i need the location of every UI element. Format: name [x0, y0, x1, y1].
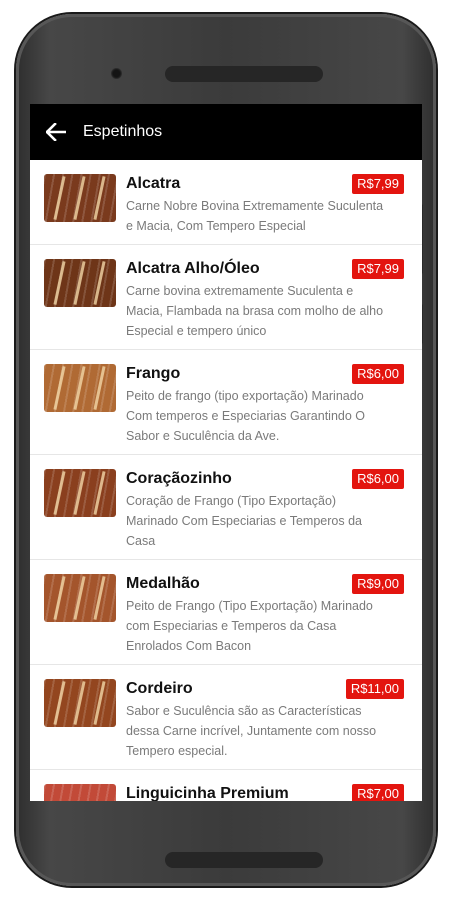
product-image	[44, 679, 116, 727]
product-image	[44, 364, 116, 412]
product-description: Coração de Frango (Tipo Exportação) Marin…	[126, 494, 362, 548]
product-description: Carne bovina extremamente Suculenta e Mac…	[126, 284, 384, 338]
product-description: Carne Nobre Bovina Extremamente Suculent…	[126, 199, 384, 233]
product-description: Peito de Frango (Tipo Exportação) Marina…	[126, 599, 373, 653]
product-image	[44, 469, 116, 517]
product-image	[44, 784, 116, 801]
price-badge: R$7,00	[352, 784, 404, 801]
product-image	[44, 259, 116, 307]
price-badge: R$9,00	[352, 574, 404, 594]
price-badge: R$6,00	[352, 469, 404, 489]
product-image	[44, 574, 116, 622]
list-item-alcatra-alho-oleo[interactable]: Alcatra Alho/Óleo R$7,99 Carne bovina ex…	[30, 245, 422, 350]
front-camera	[111, 68, 122, 79]
product-list: Alcatra R$7,99 Carne Nobre Bovina Extrem…	[30, 160, 422, 801]
page-title: Espetinhos	[83, 123, 163, 140]
price-badge: R$11,00	[345, 679, 404, 699]
price-badge: R$6,00	[352, 364, 404, 384]
arrow-back-icon[interactable]	[45, 121, 67, 143]
bottom-speaker	[165, 852, 323, 868]
list-item-alcatra[interactable]: Alcatra R$7,99 Carne Nobre Bovina Extrem…	[30, 160, 422, 245]
list-item-linguicinha-premium[interactable]: Linguicinha Premium R$7,00	[30, 770, 422, 801]
product-description: Sabor e Suculência são as Característica…	[126, 704, 377, 758]
list-item-cordeiro[interactable]: Cordeiro R$11,00 Sabor e Suculência são …	[30, 665, 422, 770]
price-badge: R$7,99	[352, 259, 404, 279]
list-item-coracaozinho[interactable]: Coraçãozinho R$6,00 Coração de Frango (T…	[30, 455, 422, 560]
app-bar: Espetinhos	[30, 104, 422, 160]
product-image	[44, 174, 116, 222]
top-speaker	[165, 66, 323, 82]
app-screen: Espetinhos Alcatra R$7,99 Carne Nobre Bo…	[30, 104, 422, 801]
price-badge: R$7,99	[352, 174, 404, 194]
list-item-frango[interactable]: Frango R$6,00 Peito de frango (tipo expo…	[30, 350, 422, 455]
product-description: Peito de frango (tipo exportação) Marina…	[126, 389, 365, 443]
list-item-medalhao[interactable]: Medalhão R$9,00 Peito de Frango (Tipo Ex…	[30, 560, 422, 665]
